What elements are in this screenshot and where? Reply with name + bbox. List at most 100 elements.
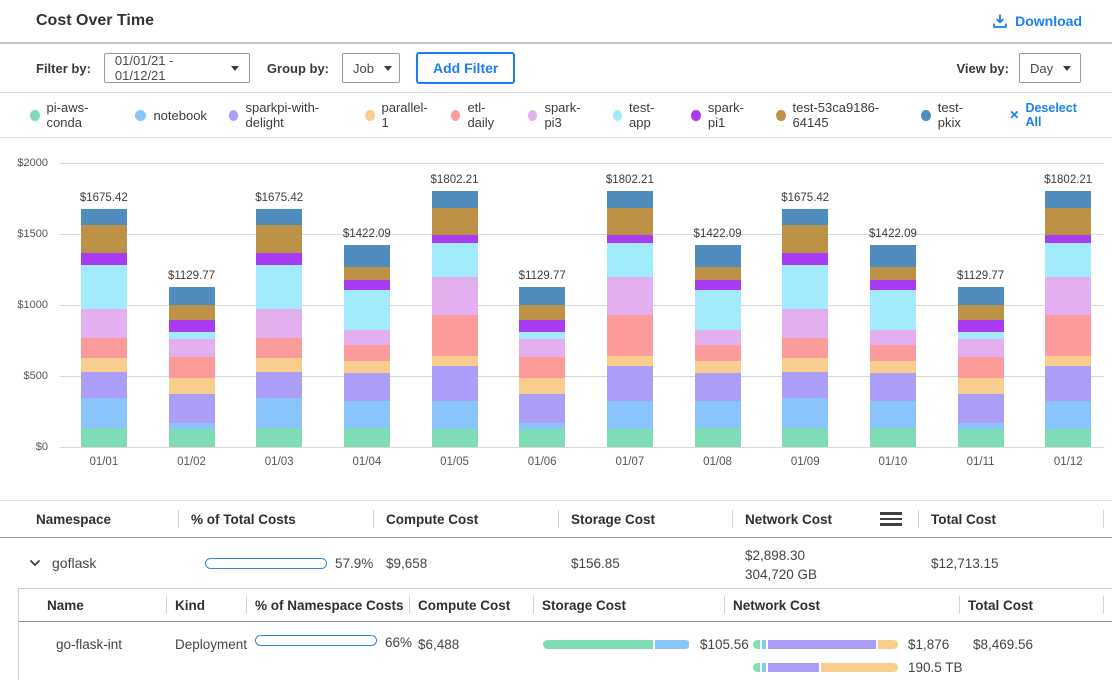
bar-segment[interactable] <box>169 320 215 332</box>
bar-segment[interactable] <box>256 265 302 309</box>
legend-item[interactable]: test-app <box>613 100 670 130</box>
bar-segment[interactable] <box>81 225 127 253</box>
bar-segment[interactable] <box>256 372 302 398</box>
bar-segment[interactable] <box>607 315 653 356</box>
bar-segment[interactable] <box>870 361 916 373</box>
bar-segment[interactable] <box>782 398 828 428</box>
bar-segment[interactable] <box>169 394 215 422</box>
bar-segment[interactable] <box>1045 243 1091 277</box>
col-header-compute[interactable]: Compute Cost <box>373 501 558 537</box>
stacked-bar[interactable] <box>607 191 653 447</box>
col-header-network[interactable]: Network Cost <box>732 501 918 537</box>
bar-segment[interactable] <box>695 345 741 361</box>
stacked-bar[interactable] <box>782 209 828 447</box>
bar-segment[interactable] <box>344 267 390 280</box>
bar-segment[interactable] <box>958 339 1004 357</box>
bar-segment[interactable] <box>344 401 390 428</box>
bar-segment[interactable] <box>782 428 828 447</box>
bar-segment[interactable] <box>81 428 127 447</box>
col-header-compute[interactable]: Compute Cost <box>409 589 533 621</box>
add-filter-button[interactable]: Add Filter <box>416 52 515 84</box>
bar-segment[interactable] <box>695 330 741 346</box>
bar-segment[interactable] <box>169 287 215 305</box>
bar-segment[interactable] <box>432 356 478 366</box>
stacked-bar[interactable] <box>81 209 127 447</box>
legend-item[interactable]: pi-aws-conda <box>30 100 113 130</box>
bar-segment[interactable] <box>519 339 565 357</box>
bar-segment[interactable] <box>169 339 215 357</box>
bar-segment[interactable] <box>958 394 1004 422</box>
bar-segment[interactable] <box>519 287 565 305</box>
stacked-bar[interactable] <box>1045 191 1091 447</box>
bar-segment[interactable] <box>782 253 828 265</box>
bar-segment[interactable] <box>81 338 127 358</box>
bar-segment[interactable] <box>256 253 302 265</box>
bar-segment[interactable] <box>782 209 828 225</box>
bar-segment[interactable] <box>870 428 916 447</box>
bar-segment[interactable] <box>344 330 390 346</box>
date-range-select[interactable]: 01/01/21 - 01/12/21 <box>104 53 250 83</box>
bar-segment[interactable] <box>607 366 653 402</box>
bar-segment[interactable] <box>81 398 127 428</box>
bar-segment[interactable] <box>958 287 1004 305</box>
bar-segment[interactable] <box>432 366 478 402</box>
stacked-bar[interactable] <box>169 287 215 447</box>
bar-segment[interactable] <box>1045 277 1091 314</box>
bar-segment[interactable] <box>1045 208 1091 235</box>
col-header-network[interactable]: Network Cost <box>724 589 959 621</box>
bar-segment[interactable] <box>81 309 127 339</box>
bar-segment[interactable] <box>169 332 215 339</box>
bar-segment[interactable] <box>344 290 390 330</box>
col-header-total[interactable]: Total Cost <box>918 501 1112 537</box>
bar-segment[interactable] <box>958 357 1004 378</box>
bar-segment[interactable] <box>607 401 653 428</box>
bar-segment[interactable] <box>256 209 302 225</box>
stacked-bar[interactable] <box>432 191 478 447</box>
bar-segment[interactable] <box>695 361 741 373</box>
bar-segment[interactable] <box>169 305 215 320</box>
download-button[interactable]: Download <box>992 13 1082 29</box>
col-header-namespace[interactable]: Namespace <box>0 501 178 537</box>
legend-item[interactable]: sparkpi-with-delight <box>229 100 343 130</box>
bar-segment[interactable] <box>1045 191 1091 208</box>
bar-segment[interactable] <box>519 320 565 332</box>
bar-segment[interactable] <box>782 309 828 339</box>
bar-segment[interactable] <box>695 245 741 267</box>
bar-segment[interactable] <box>1045 366 1091 402</box>
bar-segment[interactable] <box>870 401 916 428</box>
bar-segment[interactable] <box>81 358 127 372</box>
bar-segment[interactable] <box>870 373 916 402</box>
bar-segment[interactable] <box>344 280 390 290</box>
bar-segment[interactable] <box>256 428 302 447</box>
bar-segment[interactable] <box>344 361 390 373</box>
bar-segment[interactable] <box>695 373 741 402</box>
bar-segment[interactable] <box>870 330 916 346</box>
bar-segment[interactable] <box>782 265 828 309</box>
legend-item[interactable]: etl-daily <box>451 100 506 130</box>
bar-segment[interactable] <box>607 356 653 366</box>
stacked-bar[interactable] <box>519 287 565 447</box>
bar-segment[interactable] <box>870 267 916 280</box>
bar-segment[interactable] <box>958 332 1004 339</box>
bar-segment[interactable] <box>607 429 653 447</box>
bar-segment[interactable] <box>256 338 302 358</box>
bar-segment[interactable] <box>695 290 741 330</box>
bar-segment[interactable] <box>870 245 916 267</box>
bar-segment[interactable] <box>519 357 565 378</box>
col-header-total[interactable]: Total Cost <box>959 589 1112 621</box>
bar-segment[interactable] <box>81 209 127 225</box>
bar-segment[interactable] <box>519 429 565 447</box>
bar-segment[interactable] <box>519 305 565 320</box>
stacked-bar[interactable] <box>870 245 916 447</box>
bar-segment[interactable] <box>1045 401 1091 428</box>
bar-segment[interactable] <box>1045 356 1091 366</box>
bar-segment[interactable] <box>1045 429 1091 447</box>
legend-item[interactable]: test-pkix <box>921 100 979 130</box>
bar-segment[interactable] <box>344 245 390 267</box>
bar-segment[interactable] <box>607 191 653 208</box>
deselect-all-button[interactable]: ✕ Deselect All <box>1009 101 1088 129</box>
bar-segment[interactable] <box>695 267 741 280</box>
stacked-bar[interactable] <box>344 245 390 447</box>
col-header-pct-namespace[interactable]: % of Namespace Costs <box>246 589 409 621</box>
bar-segment[interactable] <box>169 429 215 447</box>
